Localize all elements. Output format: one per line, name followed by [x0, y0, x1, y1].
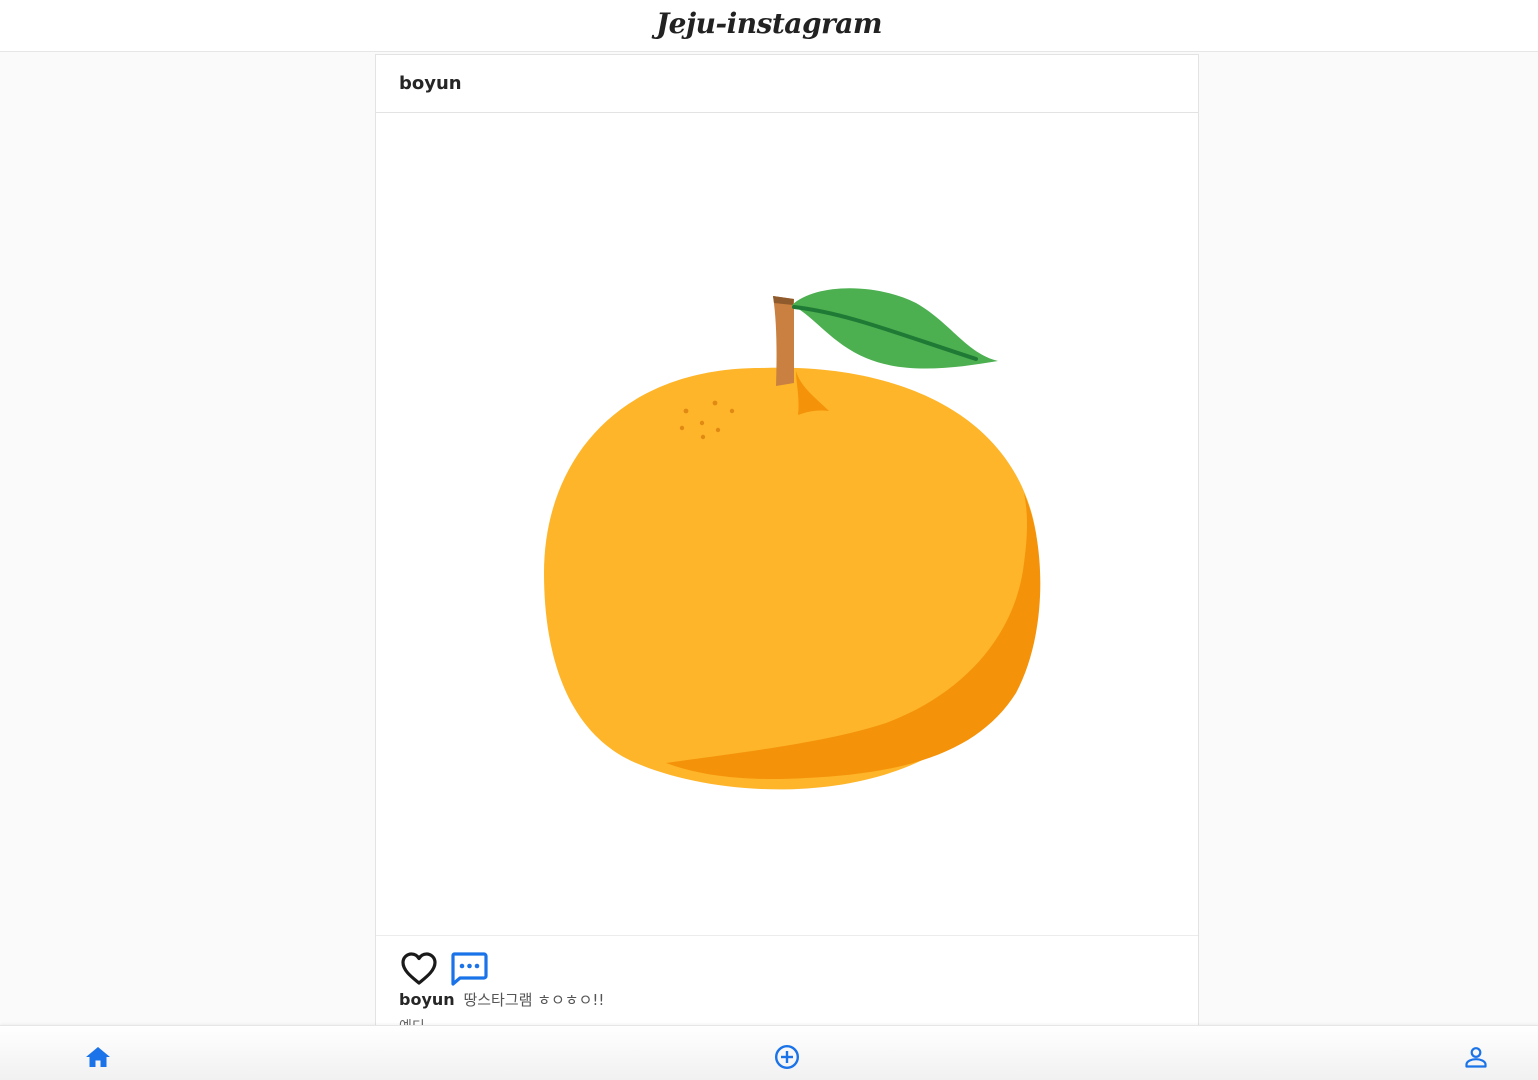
tangerine-illustration: [544, 288, 1041, 790]
post-username[interactable]: boyun: [399, 73, 462, 94]
comment-sms-icon[interactable]: [450, 950, 488, 988]
caption-username[interactable]: boyun: [399, 990, 455, 1009]
app-title[interactable]: Jeju-instagram: [656, 7, 883, 40]
post-actions: [376, 936, 1198, 992]
home-icon[interactable]: [85, 1044, 111, 1070]
post-caption: boyun 땅스타그램 ㅎㅇㅎㅇ!!: [376, 990, 1198, 1010]
add-circle-icon[interactable]: [774, 1044, 800, 1070]
post-image[interactable]: [376, 113, 1198, 936]
bottom-nav: [0, 1025, 1538, 1080]
top-bar: Jeju-instagram: [0, 0, 1538, 52]
person-icon[interactable]: [1463, 1044, 1489, 1070]
post-card: boyun boyun 땅스타그램 ㅎㅇㅎㅇ!!: [375, 54, 1199, 1054]
like-heart-icon[interactable]: [400, 950, 438, 988]
caption-text: 땅스타그램 ㅎㅇㅎㅇ!!: [463, 991, 605, 1009]
post-header: boyun: [376, 55, 1198, 113]
